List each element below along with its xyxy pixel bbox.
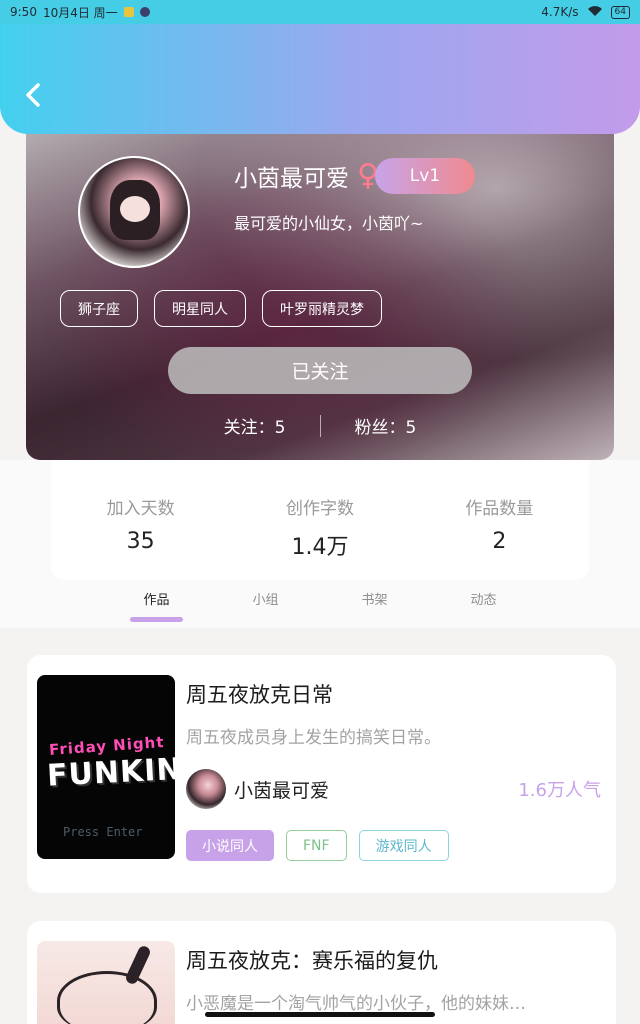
stat-works-count: 作品数量 2 [410, 460, 589, 580]
work-cover[interactable] [37, 941, 175, 1024]
app-notification-icon [123, 7, 134, 17]
work-tags: 小说同人 FNF 游戏同人 [186, 830, 449, 861]
app-notification-icon-2 [139, 7, 150, 17]
tab-label: 书架 [361, 593, 388, 608]
tab-bookshelf[interactable]: 书架 [320, 584, 429, 624]
tab-label: 动态 [470, 593, 497, 608]
cover-art-lines [57, 971, 157, 1024]
stat-label: 创作字数 [285, 499, 354, 519]
tab-activity[interactable]: 动态 [429, 584, 538, 624]
stat-label: 作品数量 [465, 499, 534, 519]
work-description: 周五夜成员身上发生的搞笑日常。 [186, 728, 441, 748]
network-speed: 4.7K/s [541, 5, 579, 19]
stats-card: 加入天数 35 创作字数 1.4万 作品数量 2 [51, 460, 589, 580]
divider [319, 414, 321, 437]
author-name[interactable]: 小茵最可爱 [234, 776, 329, 803]
avatar[interactable] [78, 156, 190, 268]
profile-card: 小茵最可爱 ♀ Lv1 最可爱的小仙女，小茵吖~ 狮子座 明星同人 叶罗丽精灵梦… [26, 120, 614, 460]
cover-press-text: Press Enter [63, 825, 143, 839]
level-badge: Lv1 [374, 158, 475, 194]
popularity-count: 1.6万人气 [518, 780, 601, 801]
tab-bar: 作品 小组 书架 动态 [102, 584, 538, 624]
status-bar: 9:50 10月4日 周一 4.7K/s 64 [0, 0, 640, 24]
tab-works[interactable]: 作品 [102, 584, 211, 624]
header [0, 24, 640, 134]
work-description: 小恶魔是一个淘气帅气的小伙子，他的妹妹… [186, 994, 526, 1014]
author-avatar[interactable] [186, 769, 226, 809]
home-indicator[interactable] [205, 1012, 435, 1017]
following-count[interactable]: 关注：5 [224, 413, 286, 438]
stat-value: 2 [492, 529, 507, 554]
battery-icon: 64 [610, 5, 630, 19]
stat-value: 1.4万 [291, 535, 349, 560]
work-card[interactable]: Friday Night FUNKIN' Press Enter 周五夜放克日常… [27, 655, 616, 893]
avatar-face [120, 196, 150, 222]
work-cover[interactable]: Friday Night FUNKIN' Press Enter [37, 675, 175, 859]
user-bio: 最可爱的小仙女，小茵吖~ [234, 214, 424, 233]
back-icon[interactable] [22, 80, 44, 110]
profile-tag[interactable]: 狮子座 [60, 290, 138, 327]
follow-counts: 关注：5 粉丝：5 [26, 413, 614, 438]
status-time: 9:50 [10, 5, 37, 19]
status-date: 10月4日 周一 [42, 5, 118, 20]
profile-tag[interactable]: 叶罗丽精灵梦 [262, 290, 382, 327]
cover-logo-main: FUNKIN' [46, 751, 175, 794]
author-row: 小茵最可爱 1.6万人气 [186, 769, 601, 809]
work-card[interactable]: 周五夜放克：赛乐福的复仇 小恶魔是一个淘气帅气的小伙子，他的妹妹… [27, 921, 616, 1024]
work-tag[interactable]: FNF [286, 830, 347, 861]
tab-groups[interactable]: 小组 [211, 584, 320, 624]
work-tag[interactable]: 游戏同人 [358, 830, 449, 861]
tab-label: 小组 [252, 593, 279, 608]
stat-word-count: 创作字数 1.4万 [230, 460, 409, 580]
stat-label: 加入天数 [106, 499, 175, 519]
work-title[interactable]: 周五夜放克日常 [186, 679, 333, 709]
user-name: 小茵最可爱 [234, 166, 349, 192]
name-row: 小茵最可爱 ♀ Lv1 [234, 158, 475, 194]
wifi-icon [587, 5, 603, 20]
stat-value: 35 [126, 529, 155, 554]
tab-indicator [130, 617, 183, 622]
profile-tags: 狮子座 明星同人 叶罗丽精灵梦 [60, 290, 382, 327]
tab-label: 作品 [143, 593, 170, 608]
follow-button[interactable]: 已关注 [168, 347, 472, 394]
followers-count[interactable]: 粉丝：5 [355, 413, 417, 438]
work-title[interactable]: 周五夜放克：赛乐福的复仇 [186, 945, 438, 975]
work-tag[interactable]: 小说同人 [186, 830, 274, 861]
stat-join-days: 加入天数 35 [51, 460, 230, 580]
profile-tag[interactable]: 明星同人 [154, 290, 246, 327]
